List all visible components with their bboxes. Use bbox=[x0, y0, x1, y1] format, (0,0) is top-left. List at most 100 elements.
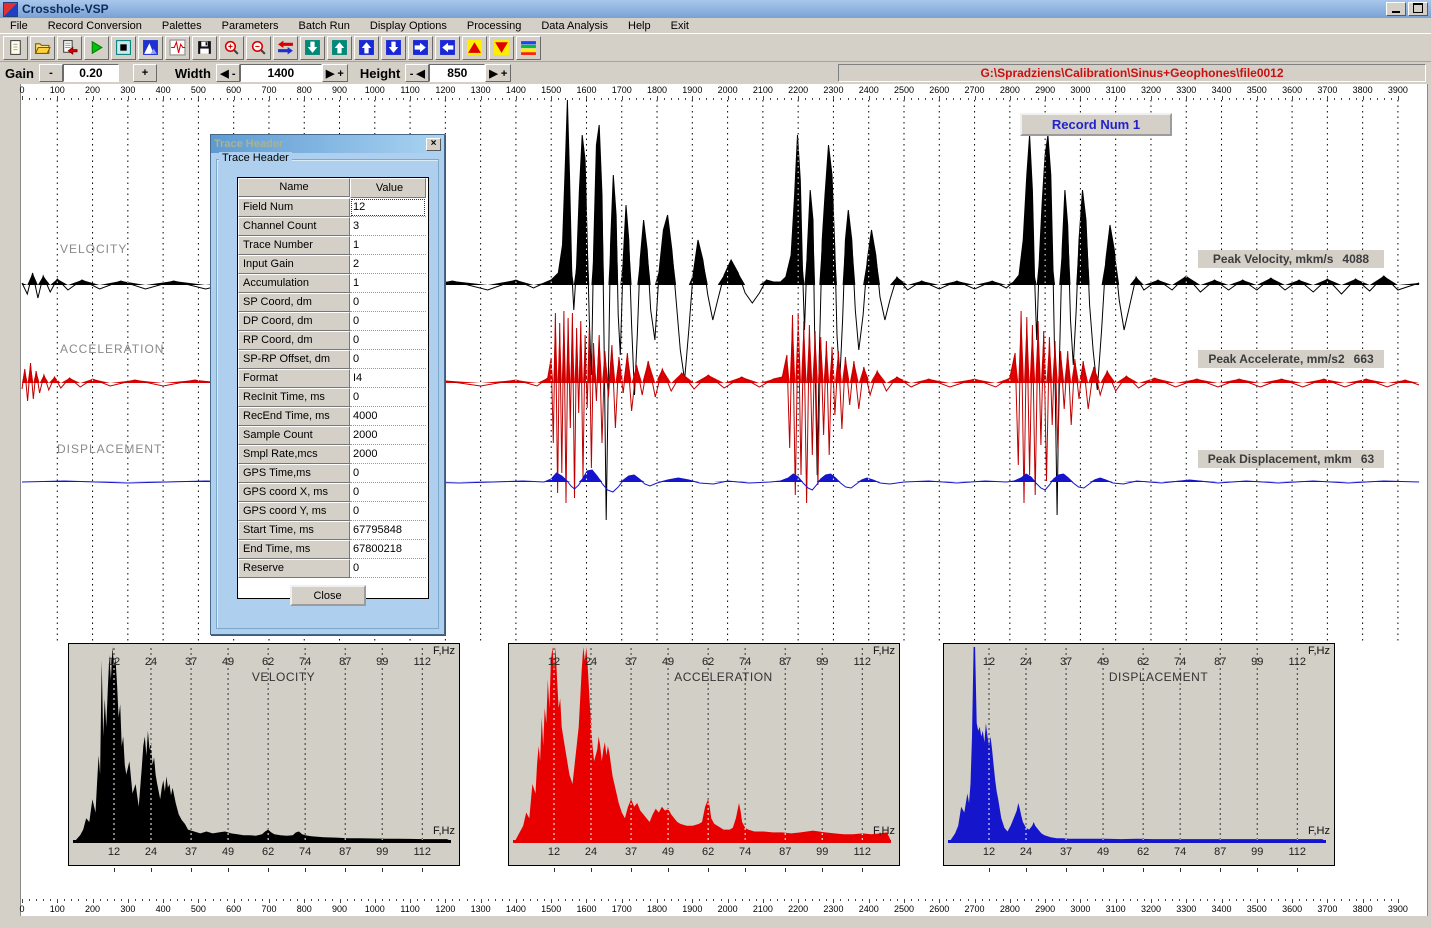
trace-header-table: NameValueField Num12Channel Count3Trace … bbox=[237, 177, 429, 599]
open-file-button[interactable] bbox=[30, 36, 55, 60]
table-row: Start Time, ms67795848 bbox=[238, 521, 428, 540]
shift-up-teal-button[interactable] bbox=[327, 36, 352, 60]
menu-exit[interactable]: Exit bbox=[661, 20, 699, 32]
field-value[interactable]: 2 bbox=[350, 255, 426, 274]
amplitude-down-button[interactable] bbox=[489, 36, 514, 60]
save-button[interactable] bbox=[192, 36, 217, 60]
move-down-button[interactable] bbox=[381, 36, 406, 60]
gain-value[interactable]: 0.20 bbox=[63, 64, 119, 82]
ruler-tick bbox=[481, 899, 482, 903]
ruler-tick bbox=[340, 899, 341, 903]
outer-tick bbox=[382, 868, 383, 872]
export-record-button[interactable] bbox=[57, 36, 82, 60]
field-value[interactable]: 4000 bbox=[350, 407, 426, 426]
width-increase-button[interactable]: ▶ + bbox=[322, 64, 348, 82]
ruler-tick bbox=[459, 98, 460, 100]
ruler-tick bbox=[982, 98, 983, 100]
ruler-tick bbox=[523, 899, 524, 901]
menu-record-conversion[interactable]: Record Conversion bbox=[38, 20, 152, 32]
field-value[interactable]: 0 bbox=[350, 312, 426, 331]
field-name: Sample Count bbox=[238, 426, 350, 445]
width-value[interactable]: 1400 bbox=[240, 64, 322, 82]
minimize-button[interactable] bbox=[1386, 2, 1406, 16]
field-value[interactable]: 0 bbox=[350, 350, 426, 369]
run-button[interactable] bbox=[84, 36, 109, 60]
menu-data-analysis[interactable]: Data Analysis bbox=[531, 20, 618, 32]
freq-tick-label: 87 bbox=[339, 656, 351, 668]
field-value[interactable]: 0 bbox=[350, 464, 426, 483]
menu-help[interactable]: Help bbox=[618, 20, 661, 32]
stop-button[interactable] bbox=[111, 36, 136, 60]
ruler-tick bbox=[572, 899, 573, 901]
palette-bars-button[interactable] bbox=[516, 36, 541, 60]
title-bar[interactable]: Crosshole-VSP bbox=[0, 0, 1431, 18]
field-value[interactable]: 1 bbox=[350, 236, 426, 255]
ruler-label: 2200 bbox=[788, 85, 808, 95]
field-value[interactable]: 3 bbox=[350, 217, 426, 236]
close-button[interactable]: Close bbox=[290, 585, 366, 606]
ruler-tick bbox=[763, 96, 764, 100]
ruler-tick bbox=[1236, 899, 1237, 901]
field-value[interactable]: 12 bbox=[350, 198, 426, 217]
ruler-tick bbox=[692, 96, 693, 100]
ruler-tick bbox=[586, 96, 587, 100]
ruler-tick bbox=[170, 98, 171, 100]
freq-tick-label: 99 bbox=[816, 656, 828, 668]
menu-processing[interactable]: Processing bbox=[457, 20, 531, 32]
ruler-tick bbox=[530, 98, 531, 100]
gain-decrease-button[interactable]: - bbox=[39, 64, 63, 82]
amplitude-up-button[interactable] bbox=[462, 36, 487, 60]
field-value[interactable]: I4 bbox=[350, 369, 426, 388]
ruler-tick bbox=[205, 98, 206, 100]
maximize-button[interactable] bbox=[1408, 2, 1428, 16]
height-decrease-button[interactable]: - ◀ bbox=[405, 64, 429, 82]
ruler-tick bbox=[1186, 899, 1187, 903]
ruler-tick bbox=[855, 98, 856, 100]
ruler-tick bbox=[71, 98, 72, 100]
ruler-tick bbox=[1123, 98, 1124, 100]
dialog-close-icon[interactable]: × bbox=[426, 138, 441, 151]
field-value[interactable]: 0 bbox=[350, 483, 426, 502]
display-trace-button[interactable] bbox=[138, 36, 163, 60]
peak-velocity-label: Peak Velocity, mkm/s4088 bbox=[1198, 250, 1384, 268]
move-left-button[interactable] bbox=[435, 36, 460, 60]
move-down-icon bbox=[385, 39, 402, 56]
waveform-button[interactable] bbox=[165, 36, 190, 60]
trace-label-velocity: VELOCITY bbox=[60, 242, 127, 256]
menu-file[interactable]: File bbox=[0, 20, 38, 32]
menu-parameters[interactable]: Parameters bbox=[212, 20, 289, 32]
field-value[interactable]: 1 bbox=[350, 274, 426, 293]
move-right-button[interactable] bbox=[408, 36, 433, 60]
field-value[interactable]: 67800218 bbox=[350, 540, 426, 559]
zoom-out-button[interactable] bbox=[246, 36, 271, 60]
swap-direction-button[interactable] bbox=[273, 36, 298, 60]
field-value[interactable]: 2000 bbox=[350, 445, 426, 464]
field-value[interactable]: 0 bbox=[350, 502, 426, 521]
move-up-button[interactable] bbox=[354, 36, 379, 60]
ruler-label: 1400 bbox=[506, 904, 526, 914]
freq-tick-label: 74 bbox=[299, 846, 311, 858]
field-value[interactable]: 0 bbox=[350, 388, 426, 407]
field-value[interactable]: 0 bbox=[350, 331, 426, 350]
height-value[interactable]: 850 bbox=[429, 64, 485, 82]
ruler-tick bbox=[869, 899, 870, 903]
field-value[interactable]: 67795848 bbox=[350, 521, 426, 540]
ruler-label: 0 bbox=[19, 904, 24, 914]
menu-display-options[interactable]: Display Options bbox=[360, 20, 457, 32]
ruler-tick bbox=[43, 98, 44, 100]
height-increase-button[interactable]: ▶ + bbox=[485, 64, 511, 82]
ruler-tick bbox=[135, 899, 136, 901]
menu-palettes[interactable]: Palettes bbox=[152, 20, 212, 32]
gain-increase-button[interactable]: + bbox=[133, 64, 157, 82]
width-decrease-button[interactable]: ◀ - bbox=[216, 64, 240, 82]
spectrum-title: ACCELERATION bbox=[674, 670, 772, 684]
zoom-in-button[interactable] bbox=[219, 36, 244, 60]
field-value[interactable]: 2000 bbox=[350, 426, 426, 445]
dialog-title-bar[interactable]: Trace Header × bbox=[211, 135, 444, 153]
field-value[interactable]: 0 bbox=[350, 559, 426, 578]
new-file-button[interactable] bbox=[3, 36, 28, 60]
shift-down-teal-button[interactable] bbox=[300, 36, 325, 60]
menu-batch-run[interactable]: Batch Run bbox=[289, 20, 360, 32]
freq-tick-label: 49 bbox=[1097, 656, 1109, 668]
field-value[interactable]: 0 bbox=[350, 293, 426, 312]
